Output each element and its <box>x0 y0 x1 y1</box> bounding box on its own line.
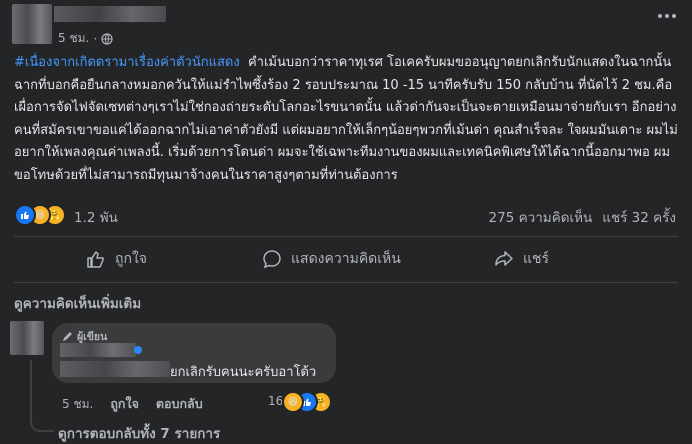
like-label: ถูกใจ <box>115 251 147 267</box>
commenter-name[interactable] <box>60 343 136 357</box>
post-time[interactable]: 5 ชม. <box>58 29 89 48</box>
like-reaction-icon <box>14 204 36 226</box>
comment-reactions[interactable]: 16 😆 🤗 <box>268 391 340 413</box>
comment-reply-button[interactable]: ตอบกลับ <box>156 394 203 414</box>
comment-meta: 5 ชม. ถูกใจ ตอบกลับ <box>62 394 203 414</box>
comment-bubble: ผู้เขียน ยกเลิกรับคนนะครับอาโด้ว <box>52 323 336 383</box>
post-meta: 5 ชม. · <box>58 29 113 48</box>
comment-button[interactable]: แสดงความคิดเห็น <box>262 248 401 270</box>
like-button[interactable]: ถูกใจ <box>86 248 147 270</box>
comments-count[interactable]: 275 ความคิดเห็น <box>489 206 593 228</box>
view-more-comments-link[interactable]: ดูความคิดเห็นเพิ่มเติม <box>14 292 141 314</box>
divider-bottom <box>14 282 678 283</box>
author-name[interactable] <box>54 6 166 22</box>
pencil-icon <box>63 332 72 341</box>
haha-reaction-icon: 😆 <box>282 391 304 413</box>
divider-top <box>14 236 678 237</box>
comment-time[interactable]: 5 ชม. <box>62 395 93 414</box>
post-header: 5 ชม. · <box>0 0 692 48</box>
reaction-summary[interactable]: 😆 🤗 1.2 พัน <box>14 204 134 226</box>
comment-icon <box>263 250 281 269</box>
redacted-comment-text <box>60 361 170 377</box>
comment-like-button[interactable]: ถูกใจ <box>110 394 139 414</box>
post-body: คำเม้นบอกว่าราคาทุเรศ โอเคครับผมขออนุญาต… <box>14 55 678 183</box>
comment-text: ยกเลิกรับคนนะครับอาโด้ว <box>170 365 317 380</box>
post-text: #เนื่องจากเกิดดรามาเรื่องค่าตัวนักแสดง ค… <box>14 52 682 187</box>
share-icon <box>495 251 513 266</box>
commenter-avatar[interactable] <box>10 321 44 355</box>
online-dot-icon <box>134 346 142 354</box>
reaction-count: 1.2 พัน <box>74 210 118 226</box>
view-replies-link[interactable]: ดูการตอบกลับทั้ง 7 รายการ <box>58 422 220 444</box>
thumbs-up-icon <box>87 251 104 268</box>
share-button[interactable]: แชร์ <box>494 248 549 270</box>
comment-label: แสดงความคิดเห็น <box>291 251 401 267</box>
engagement-stats: 275 ความคิดเห็น แชร์ 32 ครั้ง <box>489 206 676 228</box>
shares-count[interactable]: แชร์ 32 ครั้ง <box>602 206 676 228</box>
share-label: แชร์ <box>523 251 550 267</box>
more-options-icon[interactable] <box>658 14 676 18</box>
author-avatar[interactable] <box>12 4 52 44</box>
reply-thread-line <box>30 360 54 432</box>
hashtag-link[interactable]: #เนื่องจากเกิดดรามาเรื่องค่าตัวนักแสดง <box>14 55 240 70</box>
globe-icon <box>101 32 113 45</box>
comment-reaction-count: 16 <box>268 394 284 408</box>
